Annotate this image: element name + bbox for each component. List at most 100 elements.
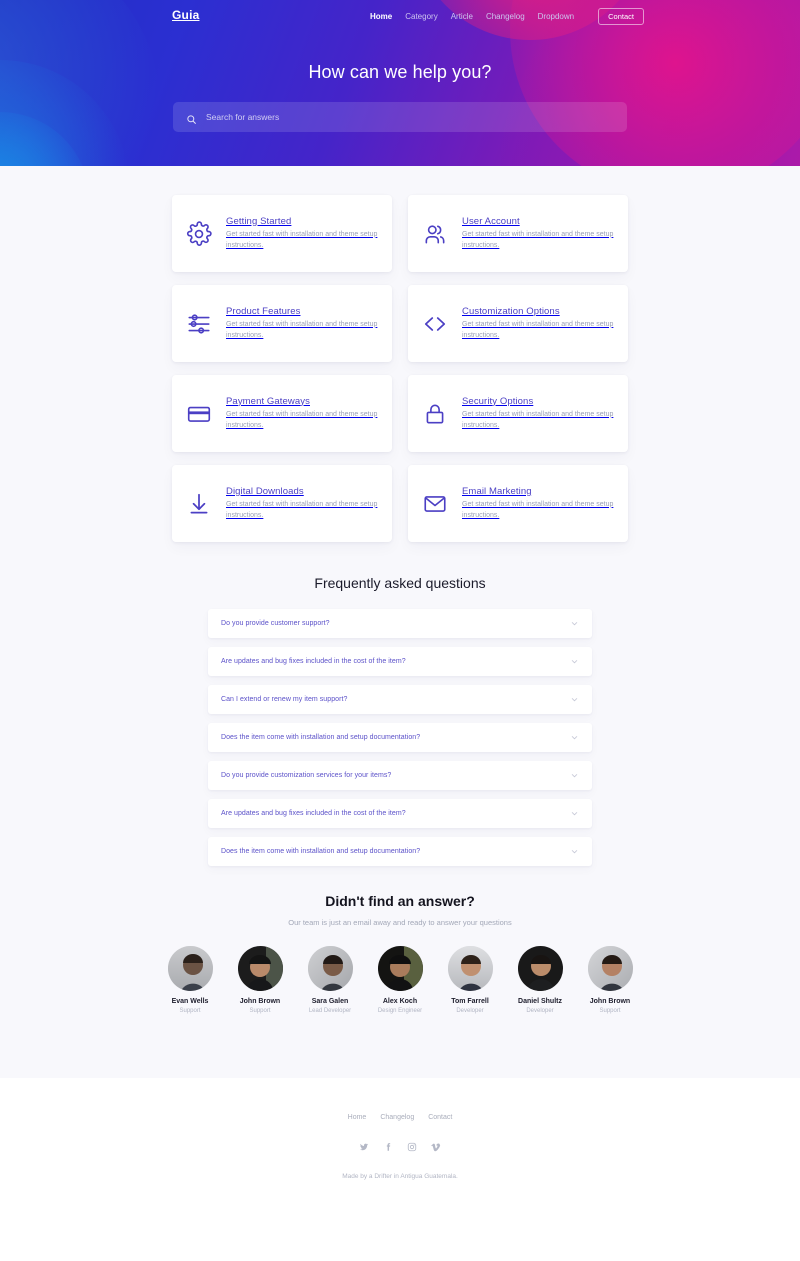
member-name: John Brown — [589, 998, 631, 1005]
category-card-customization-options[interactable]: Customization Options Get started fast w… — [408, 285, 628, 362]
category-card-product-features[interactable]: Product Features Get started fast with i… — [172, 285, 392, 362]
facebook-icon[interactable] — [383, 1142, 393, 1152]
faq-item[interactable]: Does the item come with installation and… — [208, 723, 592, 752]
contact-button[interactable]: Contact — [598, 8, 644, 25]
footer-credit: Made by a Drifter in Antigua Guatemala. — [342, 1173, 458, 1180]
card-description: Get started fast with installation and t… — [462, 410, 614, 429]
nav-item-dropdown[interactable]: Dropdown — [538, 12, 574, 21]
category-card-user-account[interactable]: User Account Get started fast with insta… — [408, 195, 628, 272]
chevron-down-icon[interactable] — [570, 695, 579, 704]
faq-item[interactable]: Do you provide customer support? — [208, 609, 592, 638]
nav-item-home[interactable]: Home — [370, 12, 392, 21]
lock-icon — [422, 401, 448, 427]
faq-item[interactable]: Are updates and bug fixes included in th… — [208, 647, 592, 676]
team-member-list: Evan Wells Support John Brown Support Sa… — [0, 946, 800, 1074]
category-card-security-options[interactable]: Security Options Get started fast with i… — [408, 375, 628, 452]
code-brackets-icon — [422, 311, 448, 337]
card-description: Get started fast with installation and t… — [226, 320, 378, 339]
card-title: Product Features — [226, 305, 301, 317]
footer-link-home[interactable]: Home — [348, 1114, 367, 1121]
card-title: Digital Downloads — [226, 485, 304, 497]
team-member[interactable]: Sara Galen Lead Developer — [302, 946, 359, 1014]
card-title: Customization Options — [462, 305, 560, 317]
member-role: Design Engineer — [377, 1008, 423, 1014]
search-input[interactable] — [206, 112, 614, 122]
chevron-down-icon[interactable] — [570, 619, 579, 628]
member-name: Tom Farrell — [451, 998, 489, 1005]
team-section: Didn't find an answer? Our team is just … — [0, 893, 800, 1074]
card-description: Get started fast with installation and t… — [462, 230, 614, 249]
nav-links: Home Category Article Changelog Dropdown… — [370, 8, 644, 25]
team-member[interactable]: Daniel Shultz Developer — [512, 946, 569, 1014]
social-links — [0, 1142, 800, 1152]
gear-icon — [186, 220, 212, 247]
chevron-down-icon[interactable] — [570, 847, 579, 856]
hero-title: How can we help you? — [308, 62, 492, 82]
team-member[interactable]: Evan Wells Support — [162, 946, 219, 1014]
instagram-icon[interactable] — [407, 1142, 417, 1152]
main-content: Getting Started Get started fast with in… — [0, 166, 800, 1078]
faq-section: Frequently asked questions Do you provid… — [0, 575, 800, 866]
card-title: Getting Started — [226, 215, 292, 227]
brand-logo[interactable]: Guia — [172, 8, 199, 22]
faq-question: Do you provide customization services fo… — [221, 772, 392, 779]
member-role: Support — [599, 1008, 621, 1014]
chevron-down-icon[interactable] — [570, 657, 579, 666]
team-member[interactable]: Tom Farrell Developer — [442, 946, 499, 1014]
category-card-digital-downloads[interactable]: Digital Downloads Get started fast with … — [172, 465, 392, 542]
download-icon — [186, 491, 212, 517]
member-name: John Brown — [239, 998, 281, 1005]
avatar — [237, 946, 283, 991]
team-member[interactable]: John Brown Support — [582, 946, 639, 1014]
faq-question: Does the item come with installation and… — [221, 848, 421, 855]
faq-item[interactable]: Are updates and bug fixes included in th… — [208, 799, 592, 828]
category-card-grid: Getting Started Get started fast with in… — [172, 166, 628, 542]
search-bar[interactable] — [173, 102, 627, 132]
card-description: Get started fast with installation and t… — [462, 320, 614, 339]
faq-question: Are updates and bug fixes included in th… — [221, 658, 406, 665]
avatar — [447, 946, 493, 991]
footer-link-contact[interactable]: Contact — [428, 1114, 452, 1121]
card-title: User Account — [462, 215, 520, 227]
nav-item-changelog[interactable]: Changelog — [486, 12, 525, 21]
team-member[interactable]: John Brown Support — [232, 946, 289, 1014]
twitter-icon[interactable] — [359, 1142, 369, 1152]
category-card-getting-started[interactable]: Getting Started Get started fast with in… — [172, 195, 392, 272]
member-name: Sara Galen — [311, 998, 349, 1005]
nav-item-category[interactable]: Category — [405, 12, 437, 21]
member-role: Support — [179, 1008, 201, 1014]
avatar — [167, 946, 213, 991]
faq-question: Can I extend or renew my item support? — [221, 696, 348, 703]
team-heading: Didn't find an answer? — [325, 893, 475, 909]
team-member[interactable]: Alex Koch Design Engineer — [372, 946, 429, 1014]
site-footer: Home Changelog Contact Made by a Drifter… — [0, 1078, 800, 1180]
faq-question: Does the item come with installation and… — [221, 734, 421, 741]
chevron-down-icon[interactable] — [570, 809, 579, 818]
chevron-down-icon[interactable] — [570, 771, 579, 780]
member-role: Developer — [456, 1008, 484, 1014]
faq-question: Are updates and bug fixes included in th… — [221, 810, 406, 817]
search-icon — [186, 112, 197, 124]
footer-link-changelog[interactable]: Changelog — [380, 1114, 414, 1121]
faq-list: Do you provide customer support? Are upd… — [208, 609, 592, 866]
member-role: Support — [249, 1008, 271, 1014]
member-name: Evan Wells — [171, 998, 209, 1005]
faq-item[interactable]: Can I extend or renew my item support? — [208, 685, 592, 714]
card-title: Security Options — [462, 395, 534, 407]
member-name: Daniel Shultz — [518, 998, 562, 1005]
main-navigation: Guia Home Category Article Changelog Dro… — [0, 0, 800, 31]
avatar — [377, 946, 423, 991]
category-card-payment-gateways[interactable]: Payment Gateways Get started fast with i… — [172, 375, 392, 452]
chevron-down-icon[interactable] — [570, 733, 579, 742]
vimeo-icon[interactable] — [431, 1142, 441, 1152]
faq-item[interactable]: Do you provide customization services fo… — [208, 761, 592, 790]
nav-item-article[interactable]: Article — [451, 12, 473, 21]
credit-card-icon — [186, 401, 212, 427]
users-icon — [422, 221, 448, 247]
category-card-email-marketing[interactable]: Email Marketing Get started fast with in… — [408, 465, 628, 542]
hero-section: Guia Home Category Article Changelog Dro… — [0, 0, 800, 166]
member-role: Lead Developer — [308, 1008, 352, 1014]
card-title: Email Marketing — [462, 485, 532, 497]
faq-item[interactable]: Does the item come with installation and… — [208, 837, 592, 866]
faq-heading: Frequently asked questions — [314, 575, 486, 591]
